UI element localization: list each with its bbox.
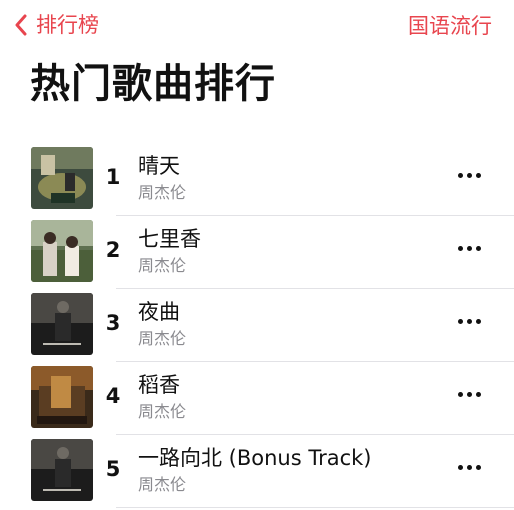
song-artist: 周杰伦: [138, 183, 187, 202]
song-title: 夜曲: [138, 300, 180, 324]
album-art: [31, 147, 93, 209]
rank-number: 3: [105, 311, 121, 335]
song-row[interactable]: 2 七里香 周杰伦: [0, 216, 514, 289]
song-title: 晴天: [138, 154, 180, 178]
album-art: [31, 366, 93, 428]
page-title: 热门歌曲排行: [30, 61, 276, 107]
song-list: 1 晴天 周杰伦 2 七里香 周杰伦 3 夜曲 周杰伦 4 稻香 周杰伦 5 一…: [0, 143, 514, 508]
back-label: 排行榜: [36, 12, 99, 37]
rank-number: 1: [105, 165, 121, 189]
more-options-icon[interactable]: [458, 246, 481, 251]
row-divider: [116, 507, 514, 508]
more-options-icon[interactable]: [458, 173, 481, 178]
song-title: 稻香: [138, 373, 180, 397]
song-artist: 周杰伦: [138, 329, 187, 348]
navigation-bar: 排行榜 国语流行: [0, 0, 514, 60]
song-title: 七里香: [138, 227, 201, 251]
song-row[interactable]: 5 一路向北 (Bonus Track) 周杰伦: [0, 435, 514, 508]
song-row[interactable]: 4 稻香 周杰伦: [0, 362, 514, 435]
song-artist: 周杰伦: [138, 256, 187, 275]
more-options-icon[interactable]: [458, 319, 481, 324]
song-row[interactable]: 3 夜曲 周杰伦: [0, 289, 514, 362]
chevron-left-icon: [14, 14, 28, 36]
rank-number: 4: [105, 384, 121, 408]
song-artist: 周杰伦: [138, 475, 187, 494]
album-art: [31, 439, 93, 501]
song-row[interactable]: 1 晴天 周杰伦: [0, 143, 514, 216]
rank-number: 5: [105, 457, 121, 481]
song-artist: 周杰伦: [138, 402, 187, 421]
song-title: 一路向北 (Bonus Track): [138, 446, 372, 470]
genre-button[interactable]: 国语流行: [408, 16, 492, 37]
more-options-icon[interactable]: [458, 392, 481, 397]
more-options-icon[interactable]: [458, 465, 481, 470]
album-art: [31, 293, 93, 355]
album-art: [31, 220, 93, 282]
rank-number: 2: [105, 238, 121, 262]
back-button[interactable]: 排行榜: [14, 14, 99, 36]
